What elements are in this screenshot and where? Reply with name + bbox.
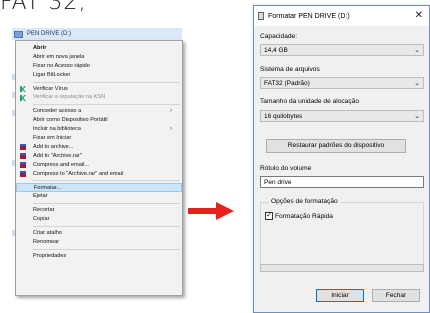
dialog-titlebar: Formatar PEN DRIVE (D:) ✕ — [254, 6, 429, 26]
filesystem-label: Sistema de arquivos — [260, 66, 320, 73]
kaspersky-icon — [20, 86, 26, 93]
menu-item-label: Add to "Archive.rar" — [33, 152, 82, 159]
context-menu: Abrir Abrir em nova janela Fixar no Acesso… — [15, 40, 183, 296]
menu-separator — [33, 180, 180, 182]
menu-item-label: Fixar em Iniciar — [33, 135, 72, 142]
capacity-value: 14,4 GB — [264, 47, 288, 54]
menu-item-label: Compress and email... — [33, 161, 89, 168]
volume-label: Rótulo do volume — [260, 165, 312, 172]
menu-item-label: Ligar BitLocker — [33, 71, 71, 78]
menu-separator — [33, 203, 180, 205]
menu-separator — [33, 104, 180, 106]
drive-icon — [258, 12, 264, 20]
capacity-label: Capacidade: — [260, 33, 298, 40]
menu-item-renomear[interactable]: Renomear — [16, 238, 182, 247]
drive-icon — [14, 30, 23, 38]
winrar-icon — [20, 171, 26, 178]
menu-item-add-to-archive-rar[interactable]: Add to "Archive.rar" — [16, 152, 182, 161]
quick-format-checkbox[interactable]: ✓ Formatação Rápida — [265, 212, 333, 220]
menu-item-criar-atalho[interactable]: Criar atalho — [16, 229, 182, 238]
menu-item-label: Abrir como Dispositivo Portátil — [33, 117, 108, 124]
chevron-down-icon: ⌄ — [414, 80, 420, 87]
menu-item-compress-and-email[interactable]: Compress and email... — [16, 161, 182, 170]
menu-item-conceder-acesso-a[interactable]: Conceder acesso a › — [16, 107, 182, 116]
menu-item-incluir-na-biblioteca[interactable]: Incluir na biblioteca › — [16, 125, 182, 134]
menu-item-label: Verificar a reputação na KSN — [33, 94, 106, 101]
close-button[interactable]: Fechar — [372, 289, 420, 302]
menu-item-label: Ejetar — [33, 193, 48, 200]
start-button[interactable]: Iniciar — [316, 289, 364, 302]
page-heading: FAT 32; — [0, 0, 87, 15]
capacity-select[interactable]: 14,4 GB ⌄ — [260, 44, 424, 56]
menu-item-label: Renomear — [33, 238, 60, 245]
format-progress-bar — [260, 264, 424, 272]
chevron-down-icon: ⌄ — [414, 47, 420, 54]
menu-separator — [33, 248, 180, 250]
menu-item-label: Copiar — [33, 216, 50, 223]
menu-item-label: Criar atalho — [33, 230, 62, 237]
checkbox-icon: ✓ — [265, 212, 273, 220]
allocation-select[interactable]: 16 quilobytes ⌄ — [260, 110, 424, 122]
menu-separator — [33, 226, 180, 228]
menu-item-ligar-bitlocker[interactable]: Ligar BitLocker — [16, 71, 182, 80]
menu-item-verificar-vírus[interactable]: Verificar Vírus — [16, 85, 182, 94]
menu-item-label: Verificar Vírus — [33, 85, 68, 92]
format-dialog: Formatar PEN DRIVE (D:) ✕ Capacidade: 14… — [253, 5, 430, 313]
kaspersky-icon — [20, 94, 26, 101]
filesystem-select[interactable]: FAT32 (Padrão) ⌄ — [260, 77, 424, 89]
menu-item-abrir-em-nova-janela[interactable]: Abrir em nova janela — [16, 53, 182, 62]
menu-item-copiar[interactable]: Copiar — [16, 215, 182, 224]
winrar-icon — [20, 144, 26, 151]
format-options-title: Opções de formatação — [269, 198, 340, 205]
menu-item-formatar[interactable]: Formatar... — [16, 183, 182, 193]
menu-item-recortar[interactable]: Recortar — [16, 206, 182, 215]
volume-input[interactable]: Pen drive — [260, 176, 424, 188]
format-options-group: Opções de formatação ✓ Formatação Rápida — [260, 198, 424, 272]
menu-item-label: Conceder acesso a — [33, 108, 82, 115]
chevron-right-icon: › — [170, 126, 172, 133]
chevron-right-icon: › — [170, 108, 172, 115]
menu-item-abrir[interactable]: Abrir — [16, 44, 182, 53]
explorer-drive-row[interactable]: PEN DRIVE (D:) — [12, 28, 182, 40]
menu-item-label: Abrir — [33, 45, 47, 51]
chevron-down-icon: ⌄ — [414, 113, 420, 120]
menu-item-label: Formatar... — [34, 185, 62, 192]
quick-format-label: Formatação Rápida — [275, 212, 333, 220]
red-arrow-icon — [188, 202, 234, 220]
menu-item-abrir-como-dispositivo-portátil[interactable]: Abrir como Dispositivo Portátil — [16, 116, 182, 125]
menu-item-fixar-em-iniciar[interactable]: Fixar em Iniciar — [16, 134, 182, 143]
dialog-title: Formatar PEN DRIVE (D:) — [268, 12, 350, 20]
drive-label: PEN DRIVE (D:) — [27, 31, 72, 37]
winrar-icon — [20, 153, 26, 160]
allocation-label: Tamanho da unidade de alocação — [260, 98, 359, 105]
menu-item-ejetar[interactable]: Ejetar — [16, 192, 182, 201]
allocation-value: 16 quilobytes — [264, 113, 303, 120]
menu-item-label: Incluir na biblioteca — [33, 126, 81, 133]
menu-item-label: Fixar no Acesso rápido — [33, 62, 90, 69]
menu-item-fixar-no-acesso-rápido[interactable]: Fixar no Acesso rápido — [16, 62, 182, 71]
filesystem-value: FAT32 (Padrão) — [264, 80, 310, 87]
close-icon[interactable]: ✕ — [415, 10, 423, 21]
menu-item-verificar-a-reputação-na-ksn: Verificar a reputação na KSN — [16, 93, 182, 102]
menu-item-label: Add to archive... — [33, 143, 74, 150]
menu-item-propriedades[interactable]: Propriedades — [16, 252, 182, 261]
menu-item-label: Abrir em nova janela — [33, 53, 85, 60]
menu-item-compress-to-archive-rar-and-email[interactable]: Compress to "Archive.rar" and email — [16, 170, 182, 179]
menu-item-label: Recortar — [33, 207, 55, 214]
menu-separator — [33, 81, 180, 83]
menu-item-add-to-archive[interactable]: Add to archive... — [16, 143, 182, 152]
restore-defaults-button[interactable]: Restaurar padrões do dispositivo — [266, 139, 406, 153]
menu-item-label: Propriedades — [33, 252, 67, 259]
winrar-icon — [20, 162, 26, 169]
menu-item-label: Compress to "Archive.rar" and email — [33, 170, 124, 177]
